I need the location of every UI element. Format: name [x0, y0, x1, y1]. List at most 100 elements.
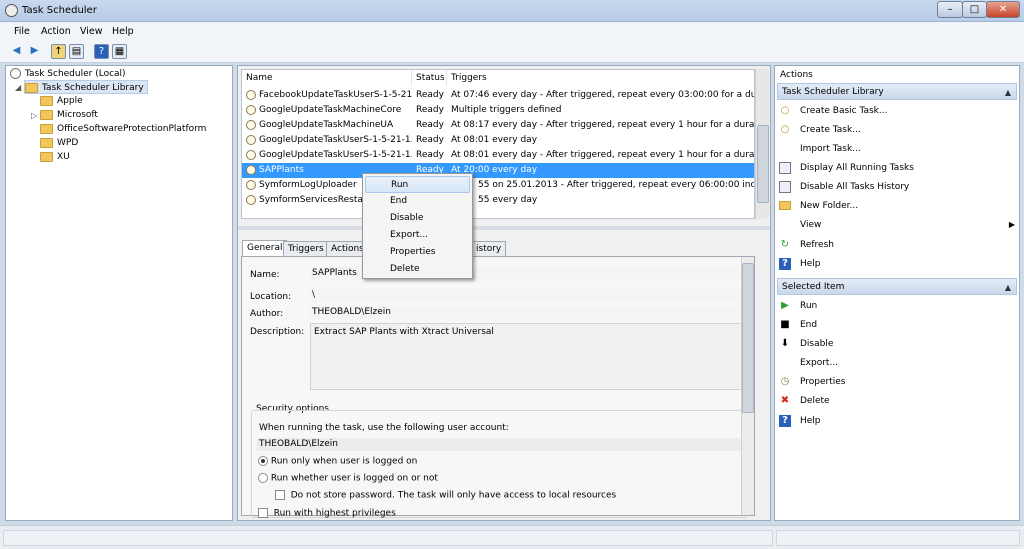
create-basic-task-icon: ○: [780, 104, 790, 116]
task-trigger: At 08:17 every day - After triggered, re…: [451, 120, 754, 130]
radio-whether-logged-on[interactable]: Run whether user is logged on or not: [258, 473, 438, 484]
table-row[interactable]: GoogleUpdateTaskMachineCore Ready Multip…: [242, 103, 754, 118]
table-row[interactable]: SymformLogUploader 55 on 25.01.2013 - Af…: [242, 178, 754, 193]
action-disable[interactable]: ⬇ Disable: [779, 336, 834, 352]
menu-action[interactable]: Action: [41, 26, 71, 37]
title-bar: Task Scheduler – □ ✕: [0, 0, 1024, 22]
show-hide-action-pane-icon[interactable]: ▦: [112, 44, 127, 59]
column-header-status[interactable]: Status: [412, 70, 447, 86]
action-disable-tasks-history[interactable]: Disable All Tasks History: [779, 179, 909, 195]
ctx-disable[interactable]: Disable: [365, 210, 470, 227]
checkbox-highest-privileges[interactable]: Run with highest privileges: [258, 508, 396, 519]
column-header-triggers[interactable]: Triggers: [447, 70, 756, 86]
action-label: Delete: [800, 396, 830, 406]
column-header-name[interactable]: Name: [242, 70, 412, 86]
task-trigger: At 08:01 every day - After triggered, re…: [451, 150, 754, 160]
scroll-thumb[interactable]: [757, 125, 769, 203]
section-task-scheduler-library[interactable]: Task Scheduler Library ▲: [777, 83, 1017, 100]
radio-label: Run only when user is logged on: [270, 456, 418, 467]
action-display-running-tasks[interactable]: Display All Running Tasks: [779, 160, 914, 176]
location-value[interactable]: \: [310, 289, 748, 302]
user-account-value[interactable]: THEOBALD\Elzein: [257, 438, 741, 451]
tree-item-xu[interactable]: XU: [40, 150, 70, 164]
action-label: Export...: [800, 358, 839, 368]
up-folder-icon[interactable]: ↑: [51, 44, 66, 59]
tree-root[interactable]: Task Scheduler (Local): [10, 67, 126, 81]
task-name: GoogleUpdateTaskMachineCore: [259, 105, 402, 115]
details-scrollbar[interactable]: [741, 257, 754, 515]
action-new-folder[interactable]: New Folder...: [779, 198, 858, 214]
scroll-thumb[interactable]: [742, 263, 754, 413]
pane-splitter[interactable]: [238, 226, 770, 230]
folder-icon: [40, 123, 53, 134]
show-hide-console-tree-icon[interactable]: ▤: [69, 44, 84, 59]
tree-item-apple[interactable]: Apple: [40, 94, 83, 108]
action-end[interactable]: ■ End: [779, 317, 817, 333]
menu-file[interactable]: File: [14, 26, 30, 37]
section-title: Selected Item: [782, 282, 845, 292]
action-refresh[interactable]: ↻ Refresh: [779, 237, 834, 253]
tab-triggers[interactable]: Triggers: [283, 241, 329, 256]
radio-logged-on[interactable]: Run only when user is logged on: [258, 456, 417, 467]
action-run[interactable]: ▶ Run: [779, 298, 817, 314]
tree-item-microsoft[interactable]: Microsoft: [40, 108, 98, 122]
description-box[interactable]: Extract SAP Plants with Xtract Universal: [310, 323, 748, 390]
tab-general[interactable]: General: [242, 240, 288, 257]
ctx-delete[interactable]: Delete: [365, 261, 470, 278]
task-icon: [246, 179, 256, 190]
disable-icon: ⬇: [780, 337, 790, 349]
collapse-arrow-icon[interactable]: ◢: [15, 83, 23, 92]
menu-view[interactable]: View: [80, 26, 103, 37]
maximize-button[interactable]: □: [962, 1, 987, 18]
author-value[interactable]: THEOBALD\Elzein: [310, 306, 748, 319]
close-button[interactable]: ✕: [986, 1, 1020, 18]
help-toolbar-icon[interactable]: ?: [94, 44, 109, 59]
tree-root-label: Task Scheduler (Local): [25, 69, 126, 79]
tree-folder-label: WPD: [57, 138, 79, 148]
task-list-scrollbar[interactable]: [755, 69, 769, 219]
action-create-basic-task[interactable]: ○ Create Basic Task...: [779, 103, 888, 119]
expand-arrow-icon[interactable]: ▷: [31, 111, 39, 120]
table-row[interactable]: GoogleUpdateTaskMachineUA Ready At 08:17…: [242, 118, 754, 133]
ctx-run[interactable]: Run: [365, 176, 470, 193]
action-help[interactable]: ? Help: [779, 256, 821, 272]
minimize-button[interactable]: –: [937, 1, 963, 18]
create-task-icon: ○: [780, 123, 790, 135]
forward-arrow-icon[interactable]: ▶: [27, 44, 42, 59]
table-row[interactable]: SymformServicesRestart 55 every day: [242, 193, 754, 208]
tab-history[interactable]: istory: [471, 241, 507, 256]
collapse-arrow-icon: ▲: [1004, 88, 1011, 97]
task-trigger: 55 every day: [478, 195, 538, 205]
action-export[interactable]: Export...: [779, 355, 838, 371]
tree-library-label: Task Scheduler Library: [42, 83, 144, 93]
table-row[interactable]: FacebookUpdateTaskUserS-1-5-21... Ready …: [242, 88, 754, 103]
tree-item-library[interactable]: Task Scheduler Library: [24, 80, 148, 94]
task-status: Ready: [416, 135, 444, 145]
action-label: New Folder...: [800, 201, 859, 211]
table-row[interactable]: GoogleUpdateTaskUserS-1-5-21-1... Ready …: [242, 133, 754, 148]
action-delete[interactable]: ✖ Delete: [779, 393, 830, 409]
action-properties[interactable]: ◷ Properties: [779, 374, 846, 390]
tree-item-wpd[interactable]: WPD: [40, 136, 78, 150]
action-import-task[interactable]: Import Task...: [779, 141, 861, 157]
ctx-properties[interactable]: Properties: [365, 244, 470, 261]
table-row-selected[interactable]: SAPPlants Ready At 20:00 every day: [242, 163, 754, 178]
refresh-icon: ↻: [780, 238, 790, 250]
folder-icon: [40, 109, 53, 120]
tree-item-office[interactable]: OfficeSoftwareProtectionPlatform: [40, 122, 206, 136]
menu-help[interactable]: Help: [112, 26, 134, 37]
task-name: SAPPlants: [259, 165, 304, 175]
action-label: Disable All Tasks History: [800, 182, 910, 192]
section-selected-item[interactable]: Selected Item ▲: [777, 278, 1017, 295]
action-create-task[interactable]: ○ Create Task...: [779, 122, 861, 138]
back-arrow-icon[interactable]: ◀: [9, 44, 24, 59]
task-status: Ready: [416, 120, 444, 130]
table-row[interactable]: GoogleUpdateTaskUserS-1-5-21-1... Ready …: [242, 148, 754, 163]
ctx-export[interactable]: Export...: [365, 227, 470, 244]
action-view[interactable]: View ▶: [779, 217, 1015, 233]
checkbox-do-not-store-password[interactable]: Do not store password. The task will onl…: [275, 490, 616, 501]
task-icon: [246, 134, 256, 145]
action-help-selected[interactable]: ? Help: [779, 413, 821, 429]
task-name: GoogleUpdateTaskUserS-1-5-21-1...: [259, 150, 412, 160]
ctx-end[interactable]: End: [365, 193, 470, 210]
